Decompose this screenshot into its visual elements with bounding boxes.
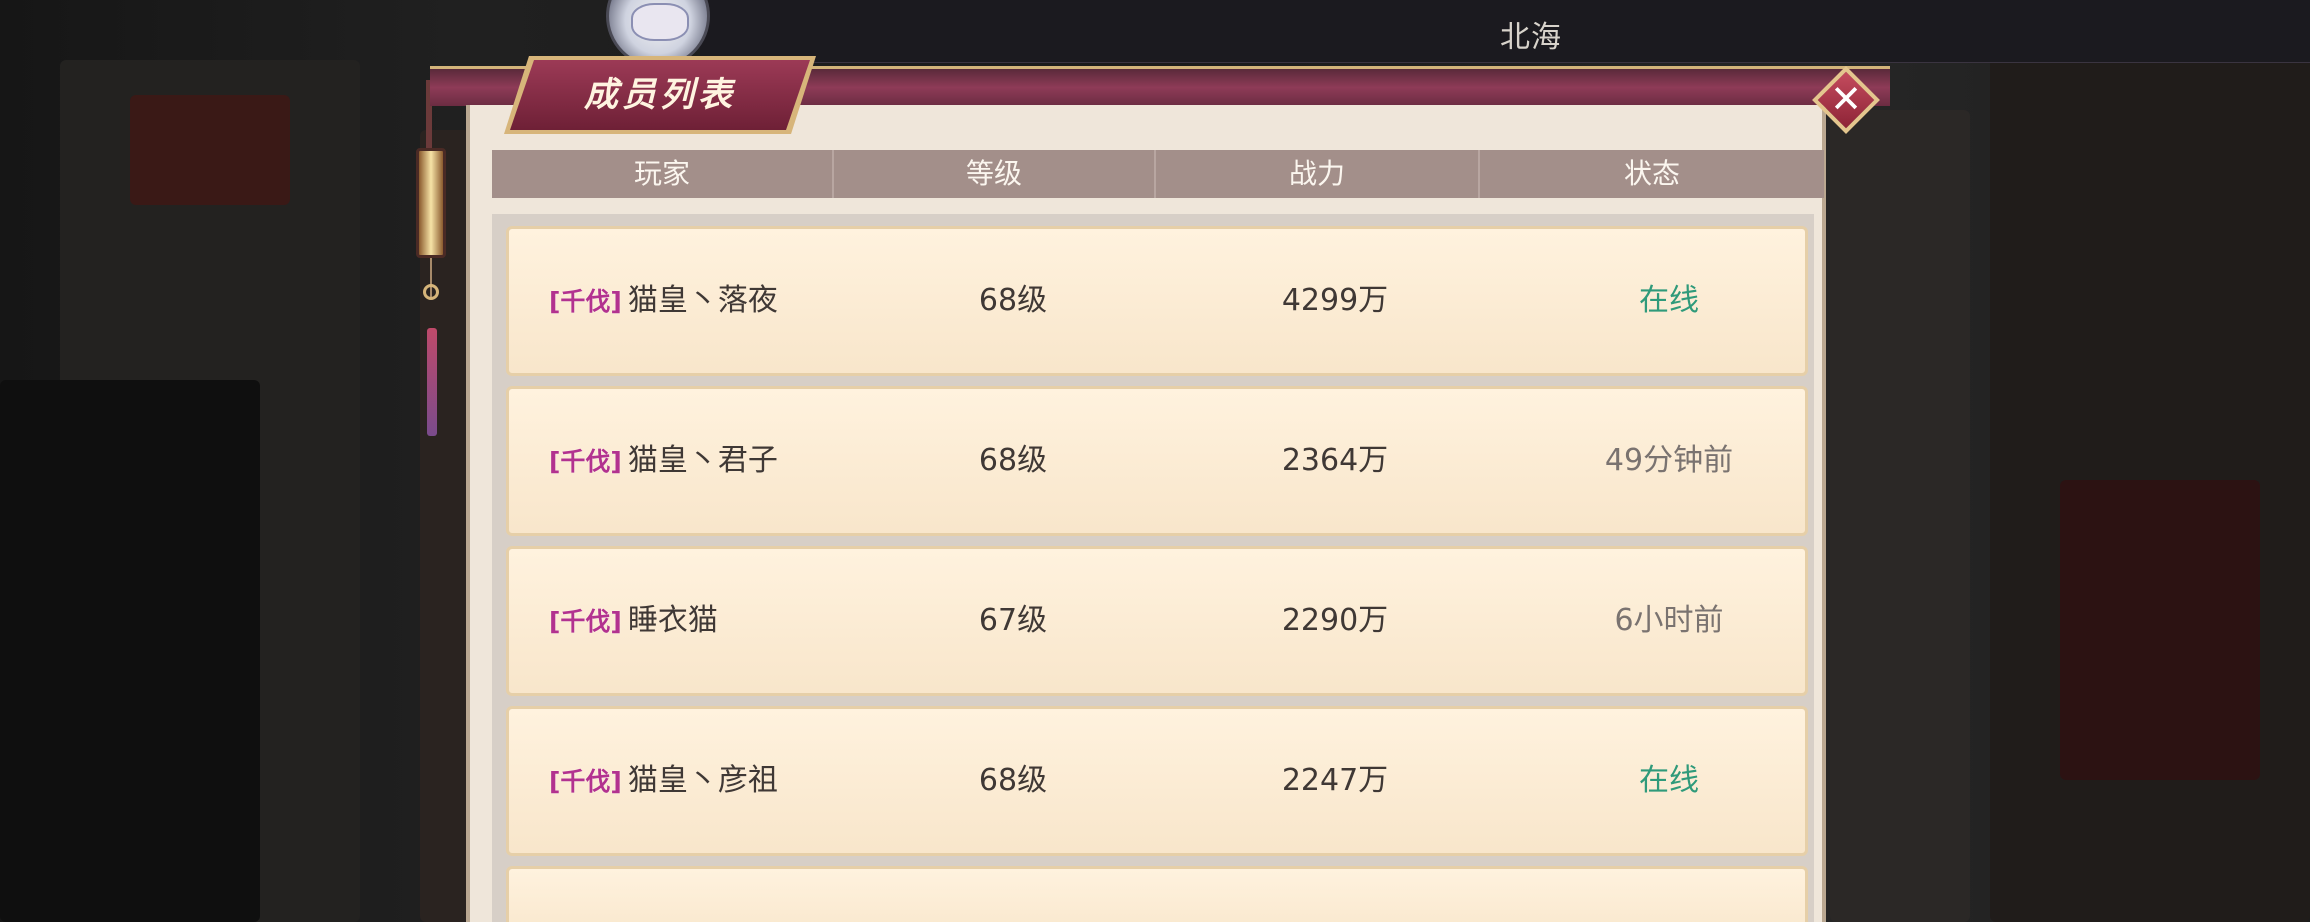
server-name: 北海	[1500, 20, 1562, 55]
member-name: 猫皇丶彦祖	[627, 763, 778, 798]
column-header-level[interactable]: 等级	[834, 150, 1156, 198]
guild-tag: [千伐]	[549, 607, 622, 636]
lantern-tassel	[427, 328, 437, 436]
member-player: [千伐] 睡衣猫	[549, 549, 849, 693]
member-power: 2247万	[1281, 763, 1389, 798]
member-list[interactable]: [千伐] 猫皇丶落夜 68级 4299万 在线 [千伐] 猫皇丶君子 68级 236…	[492, 214, 1814, 922]
member-level: 68级	[978, 443, 1048, 478]
game-screen: 北海 成员列表 ✕ 玩家 等级 战力 状态 [千伐] 猫皇丶落夜 68级 4299…	[0, 0, 2310, 922]
lantern-ring	[423, 284, 439, 300]
member-player: [千伐] 猫皇丶彦祖	[549, 709, 849, 853]
member-level: 68级	[978, 763, 1048, 798]
member-power: 4299万	[1281, 283, 1389, 318]
close-icon: ✕	[1830, 77, 1862, 121]
dialog-title: 成员列表	[584, 75, 736, 115]
member-name: 猫皇丶落夜	[627, 283, 778, 318]
avatar-portrait	[631, 3, 689, 41]
lantern-ornament	[416, 148, 446, 258]
column-header-player[interactable]: 玩家	[492, 150, 834, 198]
member-status: 6小时前	[1614, 603, 1724, 638]
guild-tag: [千伐]	[549, 447, 622, 476]
member-row[interactable]: [千伐] 猫皇丶落夜 68级 4299万 在线	[506, 226, 1808, 376]
member-row-partial[interactable]	[506, 866, 1808, 922]
background-left-banner	[130, 95, 290, 205]
background-right-building	[2060, 480, 2260, 780]
title-plaque: 成员列表	[504, 56, 816, 134]
member-status: 在线	[1639, 283, 1699, 318]
member-status: 在线	[1639, 763, 1699, 798]
column-header-power[interactable]: 战力	[1156, 150, 1480, 198]
member-power: 2290万	[1281, 603, 1389, 638]
column-header-status[interactable]: 状态	[1480, 150, 1824, 198]
member-name: 睡衣猫	[627, 603, 718, 638]
close-button[interactable]: ✕	[1810, 64, 1882, 136]
member-power: 2364万	[1281, 443, 1389, 478]
member-level: 67级	[978, 603, 1048, 638]
member-row[interactable]: [千伐] 猫皇丶君子 68级 2364万 49分钟前	[506, 386, 1808, 536]
member-name: 猫皇丶君子	[627, 443, 778, 478]
guild-tag: [千伐]	[549, 287, 622, 316]
table-header: 玩家 等级 战力 状态	[492, 150, 1824, 198]
background-left-shadow	[0, 380, 260, 922]
member-level: 68级	[978, 283, 1048, 318]
member-row[interactable]: [千伐] 睡衣猫 67级 2290万 6小时前	[506, 546, 1808, 696]
member-row[interactable]: [千伐] 猫皇丶彦祖 68级 2247万 在线	[506, 706, 1808, 856]
background-right-panel	[1830, 110, 1970, 922]
guild-tag: [千伐]	[549, 767, 622, 796]
member-player: [千伐] 猫皇丶君子	[549, 389, 849, 533]
member-status: 49分钟前	[1604, 443, 1734, 478]
member-player: [千伐] 猫皇丶落夜	[549, 229, 849, 373]
